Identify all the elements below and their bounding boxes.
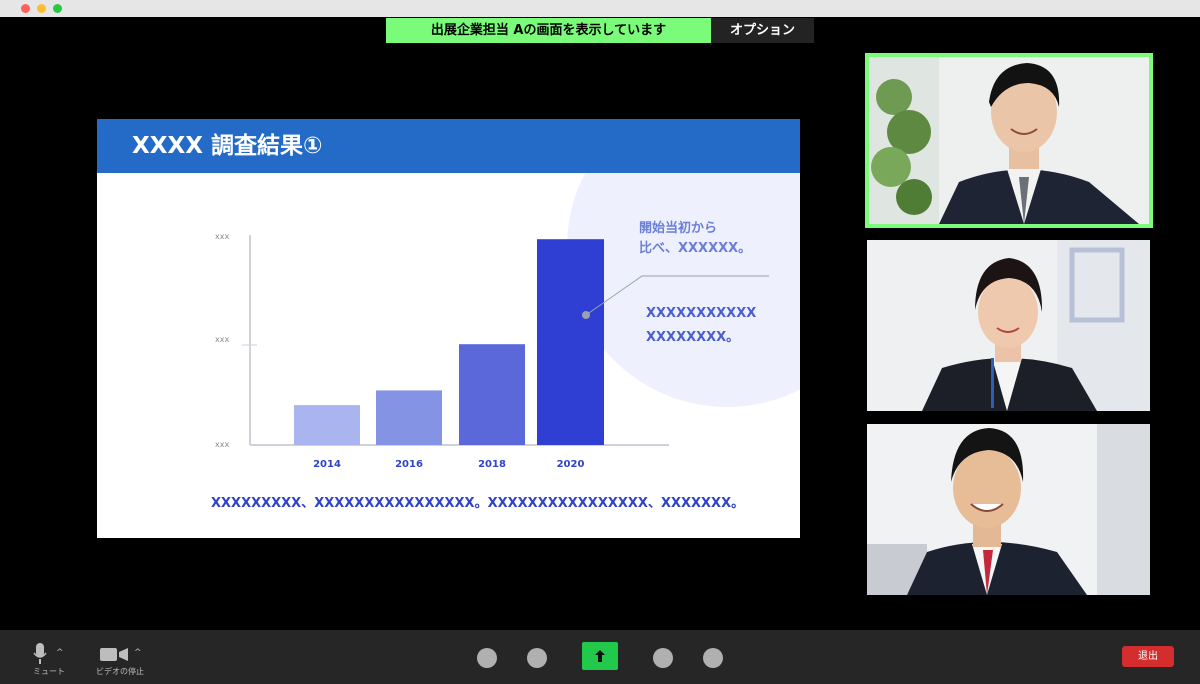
callout-heading-line2: 比べ、XXXXXX。 bbox=[639, 241, 752, 256]
x-tick-label-2014: 2014 bbox=[313, 459, 341, 470]
bar-2018 bbox=[459, 344, 525, 445]
arrow-up-icon bbox=[595, 650, 605, 662]
mute-label: ミュート bbox=[33, 667, 65, 676]
video-label: ビデオの停止 bbox=[96, 667, 144, 676]
participant-image-1 bbox=[869, 57, 1149, 224]
callout-heading: 開始当初から 比べ、XXXXXX。 bbox=[639, 219, 751, 259]
mute-options-caret-icon[interactable]: ^ bbox=[56, 648, 64, 658]
participant-video-active[interactable] bbox=[865, 53, 1153, 228]
shared-slide: XXXX 調査結果① 2014 2016 2018 2020 xxx xxx xxx 開始… bbox=[97, 119, 800, 538]
toolbar-button-2[interactable] bbox=[527, 648, 547, 668]
microphone-icon bbox=[33, 643, 47, 664]
callout-leader-dot bbox=[582, 311, 590, 319]
share-screen-button[interactable] bbox=[582, 642, 618, 670]
close-window-button[interactable] bbox=[21, 4, 30, 13]
callout-body: XXXXXXXXXXX XXXXXXXX。 bbox=[646, 302, 756, 350]
callout-body-line1: XXXXXXXXXXX bbox=[646, 306, 757, 321]
maximize-window-button[interactable] bbox=[53, 4, 62, 13]
toolbar-button-1[interactable] bbox=[477, 648, 497, 668]
participant-video-3[interactable] bbox=[867, 424, 1150, 595]
screen-share-banner: 出展企業担当 Aの画面を表示しています bbox=[386, 18, 711, 43]
chart-bars bbox=[294, 239, 604, 445]
meeting-toolbar: ^ ミュート ^ ビデオの停止 退出 bbox=[0, 630, 1200, 684]
chart-x-tick-labels: 2014 2016 2018 2020 bbox=[313, 459, 584, 470]
participant-image-3 bbox=[867, 424, 1150, 595]
callout-body-line2: XXXXXXXX。 bbox=[646, 330, 740, 345]
y-tick-label-2: xxx bbox=[215, 335, 229, 344]
video-options-caret-icon[interactable]: ^ bbox=[134, 648, 142, 658]
x-tick-label-2018: 2018 bbox=[478, 459, 506, 470]
y-tick-label-1: xxx bbox=[215, 232, 229, 241]
participant-video-2[interactable] bbox=[867, 240, 1150, 411]
slide-footer-text: XXXXXXXXX、XXXXXXXXXXXXXXXX。XXXXXXXXXXXXX… bbox=[211, 496, 745, 511]
video-camera-icon bbox=[100, 648, 128, 661]
x-tick-label-2020: 2020 bbox=[557, 459, 585, 470]
x-tick-label-2016: 2016 bbox=[395, 459, 423, 470]
bar-2016 bbox=[376, 390, 442, 445]
leave-meeting-button[interactable]: 退出 bbox=[1122, 646, 1174, 667]
toolbar-button-4[interactable] bbox=[703, 648, 723, 668]
participant-image-2 bbox=[867, 240, 1150, 411]
chart-y-tick-labels: xxx xxx xxx bbox=[215, 232, 229, 449]
toolbar-button-3[interactable] bbox=[653, 648, 673, 668]
stop-video-button[interactable]: ^ ビデオの停止 bbox=[92, 630, 148, 684]
bar-2014 bbox=[294, 405, 360, 445]
y-tick-label-3: xxx bbox=[215, 440, 229, 449]
window-titlebar bbox=[0, 0, 1200, 17]
mute-button[interactable]: ^ ミュート bbox=[24, 630, 74, 684]
bar-2020 bbox=[537, 239, 604, 445]
options-button[interactable]: オプション bbox=[711, 18, 814, 43]
callout-heading-line1: 開始当初から bbox=[639, 221, 718, 236]
minimize-window-button[interactable] bbox=[37, 4, 46, 13]
